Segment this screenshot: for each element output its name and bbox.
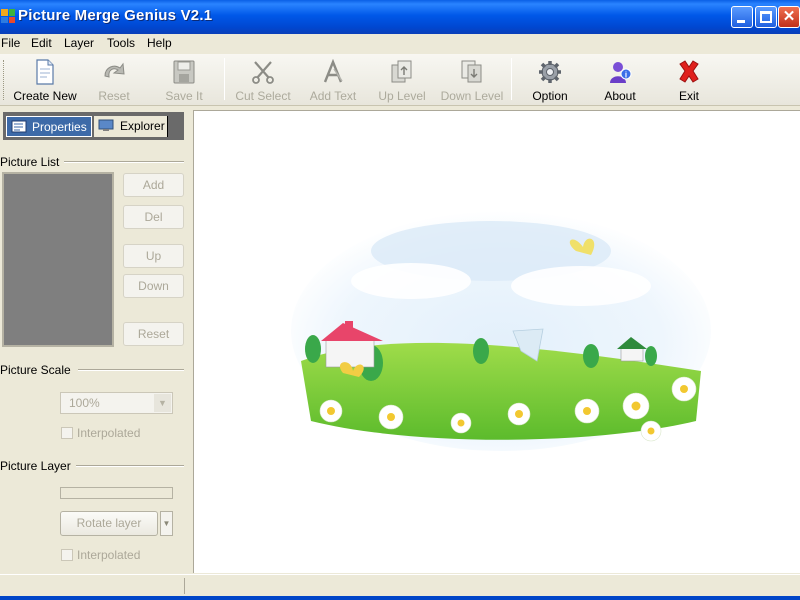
save-icon <box>173 60 195 84</box>
chevron-down-icon[interactable]: ▼ <box>154 394 171 412</box>
reset-list-button[interactable]: Reset <box>123 322 184 346</box>
close-button[interactable]: ✕ <box>778 6 800 28</box>
add-text-button[interactable]: Add Text <box>298 57 368 103</box>
canvas-area[interactable] <box>193 110 800 573</box>
create-new-label: Create New <box>13 89 77 103</box>
status-pane <box>184 578 185 594</box>
landscape-image <box>291 211 711 451</box>
menu-help[interactable]: Help <box>147 36 172 50</box>
up-button[interactable]: Up <box>123 244 184 268</box>
explorer-icon <box>98 119 114 131</box>
about-label: About <box>604 89 636 103</box>
create-new-button[interactable]: Create New <box>10 57 80 103</box>
toolbar-grip[interactable] <box>3 60 6 100</box>
rotate-layer-button[interactable]: Rotate layer <box>60 511 158 536</box>
down-level-button[interactable]: Down Level <box>437 57 507 103</box>
menu-file[interactable]: File <box>1 36 20 50</box>
minimize-button[interactable] <box>731 6 753 28</box>
gear-icon <box>539 61 561 83</box>
rotate-dropdown-button[interactable]: ▼ <box>160 511 173 536</box>
new-document-icon <box>36 59 54 85</box>
menu-tools[interactable]: Tools <box>107 36 135 50</box>
cut-select-button[interactable]: Cut Select <box>228 57 298 103</box>
window-title: Picture Merge Genius V2.1 <box>18 7 213 24</box>
reset-label: Reset <box>98 89 130 103</box>
del-button[interactable]: Del <box>123 205 184 229</box>
reset-icon <box>104 62 125 78</box>
about-button[interactable]: i About <box>585 57 655 103</box>
down-level-icon <box>461 60 482 83</box>
exit-button[interactable]: Exit <box>654 57 724 103</box>
maximize-icon <box>760 11 772 23</box>
app-icon <box>1 9 15 23</box>
up-level-label: Up Level <box>378 89 426 103</box>
exit-label: Exit <box>678 89 699 103</box>
up-level-icon <box>391 60 412 83</box>
picture-layer-title: Picture Layer <box>0 459 71 473</box>
up-level-button[interactable]: Up Level <box>367 57 437 103</box>
scale-interpolated-checkbox[interactable] <box>61 427 73 439</box>
down-level-label: Down Level <box>440 89 504 103</box>
svg-text:i: i <box>625 71 627 80</box>
scale-interpolated-label: Interpolated <box>77 426 141 440</box>
reset-button[interactable]: Reset <box>79 57 149 103</box>
toolbar: Create New Reset Save It Cut Select Add … <box>0 54 800 106</box>
panel-splitter[interactable] <box>188 108 192 574</box>
tab-properties[interactable]: Properties <box>6 116 92 137</box>
maximize-button[interactable] <box>755 6 777 28</box>
layer-interpolated-checkbox[interactable] <box>61 549 73 561</box>
cut-select-label: Cut Select <box>235 89 291 103</box>
picture-scale-title: Picture Scale <box>0 363 71 377</box>
scissors-icon <box>252 61 274 84</box>
layer-progress-bar <box>60 487 173 499</box>
divider <box>76 465 184 467</box>
menu-layer[interactable]: Layer <box>64 36 94 50</box>
option-button[interactable]: Option <box>515 57 585 103</box>
add-text-label: Add Text <box>309 89 357 103</box>
scale-select[interactable]: 100% ▼ <box>60 392 173 414</box>
tab-explorer-label: Explorer <box>120 119 165 133</box>
picture-list-title: Picture List <box>0 155 60 169</box>
toolbar-separator <box>511 58 512 100</box>
minimize-icon <box>737 20 745 23</box>
menu-edit[interactable]: Edit <box>31 36 52 50</box>
text-icon <box>323 59 343 83</box>
tab-strip: Properties Explorer <box>3 112 184 140</box>
picture-list[interactable] <box>2 172 114 347</box>
option-label: Option <box>532 89 568 103</box>
tab-properties-label: Properties <box>32 120 87 134</box>
divider <box>78 369 184 371</box>
down-button[interactable]: Down <box>123 274 184 298</box>
tab-explorer[interactable]: Explorer <box>94 116 168 137</box>
layer-interpolated-label: Interpolated <box>77 548 141 562</box>
divider <box>64 161 184 163</box>
toolbar-separator <box>224 58 225 100</box>
status-bar <box>0 574 800 596</box>
save-it-button[interactable]: Save It <box>149 57 219 103</box>
user-info-icon: i <box>610 62 632 83</box>
window-bottom-border <box>0 596 800 600</box>
properties-icon <box>11 120 27 133</box>
save-it-label: Save It <box>165 89 203 103</box>
scale-value: 100% <box>69 396 100 410</box>
close-icon: ✕ <box>782 8 796 25</box>
add-button[interactable]: Add <box>123 173 184 197</box>
left-panel: Properties Explorer Picture List Add Del… <box>0 108 190 572</box>
menu-bar: File Edit Layer Tools Help <box>0 34 800 53</box>
title-bar: Picture Merge Genius V2.1 ✕ <box>0 0 800 34</box>
red-x-icon <box>679 60 699 83</box>
